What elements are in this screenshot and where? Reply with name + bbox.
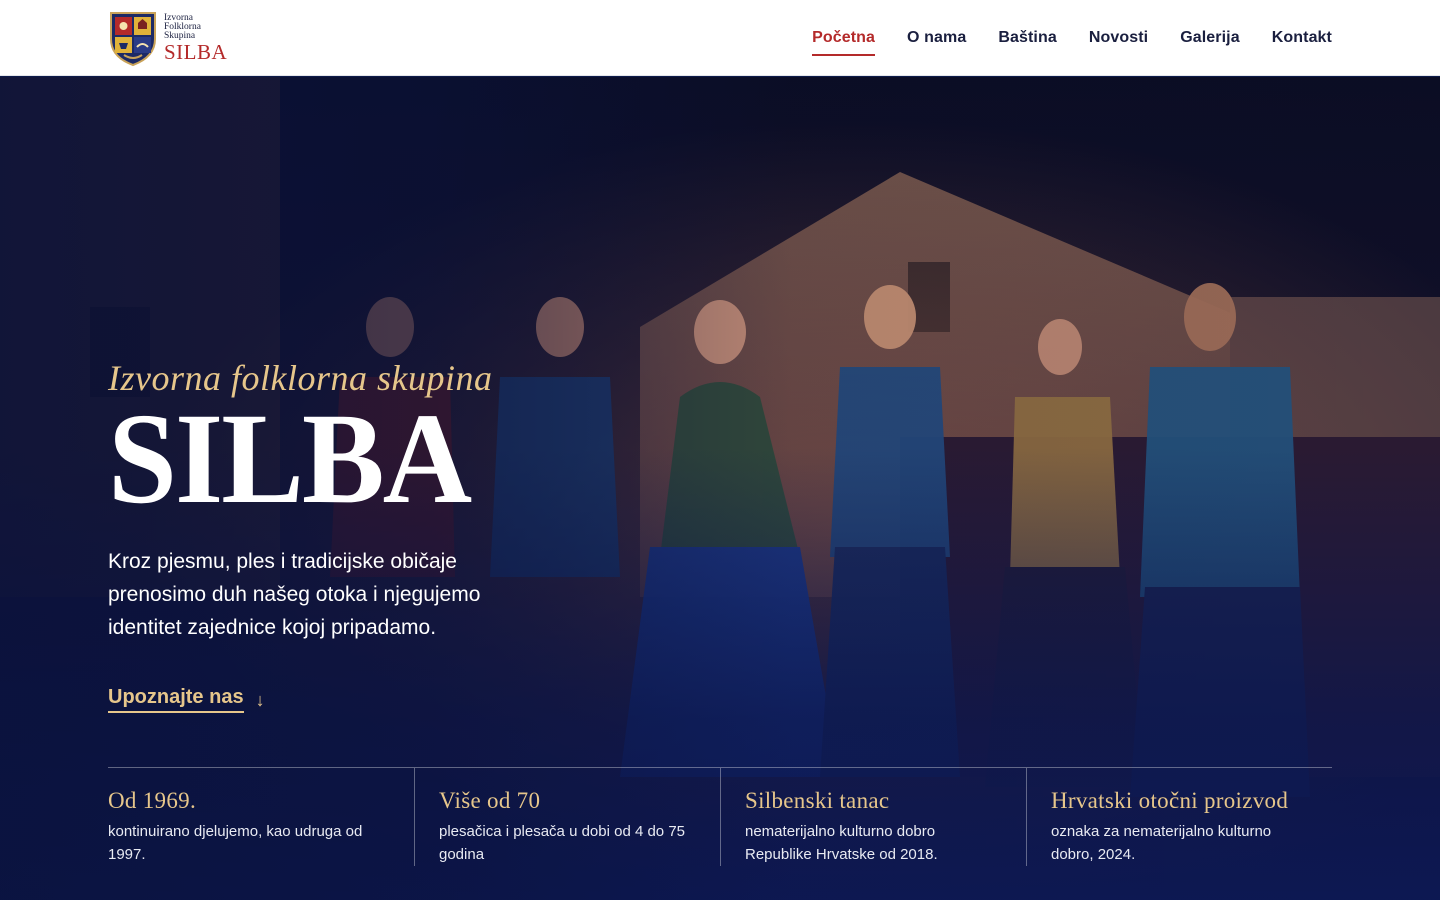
nav-item-novosti[interactable]: Novosti (1089, 23, 1148, 53)
hero-description: Kroz pjesmu, ples i tradicijske običaje … (108, 550, 481, 639)
arrow-down-icon: ↓ (255, 689, 265, 710)
stat-title: Više od 70 (439, 788, 541, 813)
hero-content: Izvorna folklorna skupina SILBA Kroz pje… (108, 357, 628, 713)
stat-description: nematerijalno kulturno dobro Republike H… (745, 823, 938, 863)
stat-item: Od 1969. kontinuirano djelujemo, kao udr… (108, 768, 414, 866)
stat-description: kontinuirano djelujemo, kao udruga od 19… (108, 823, 363, 863)
site-header: Izvorna Folklorna Skupina SILBA Početna … (0, 0, 1440, 76)
stat-title: Silbenski tanac (745, 788, 890, 813)
stats-row: Od 1969. kontinuirano djelujemo, kao udr… (108, 767, 1332, 866)
stat-title: Hrvatski otočni proizvod (1051, 788, 1289, 813)
crest-icon (110, 11, 156, 66)
main-nav: Početna O nama Baština Novosti Galerija … (812, 23, 1332, 56)
logo-name: SILBA (164, 39, 228, 64)
stat-description: plesačica i plesača u dobi od 4 do 75 go… (439, 823, 686, 863)
hero-section: Izvorna folklorna skupina SILBA Kroz pje… (0, 77, 1440, 900)
stat-item: Više od 70 plesačica i plesača u dobi od… (414, 768, 720, 866)
logo-wordmark: Izvorna Folklorna Skupina SILBA (164, 13, 228, 64)
learn-more-button[interactable]: Upoznajte nas ↓ (108, 686, 265, 713)
site-logo[interactable]: Izvorna Folklorna Skupina SILBA (108, 8, 227, 68)
stat-description: oznaka za nematerijalno kulturno dobro, … (1051, 823, 1272, 863)
stat-item: Hrvatski otočni proizvod oznaka za nemat… (1026, 768, 1332, 866)
nav-item-pocetna[interactable]: Početna (812, 23, 876, 56)
hero-title: SILBA (108, 386, 472, 531)
nav-item-galerija[interactable]: Galerija (1180, 23, 1240, 53)
nav-item-bastina[interactable]: Baština (998, 23, 1057, 53)
nav-item-o-nama[interactable]: O nama (907, 23, 966, 53)
stat-item: Silbenski tanac nematerijalno kulturno d… (720, 768, 1026, 866)
learn-more-label: Upoznajte nas (108, 686, 244, 713)
stat-title: Od 1969. (108, 788, 197, 813)
nav-item-kontakt[interactable]: Kontakt (1272, 23, 1332, 53)
